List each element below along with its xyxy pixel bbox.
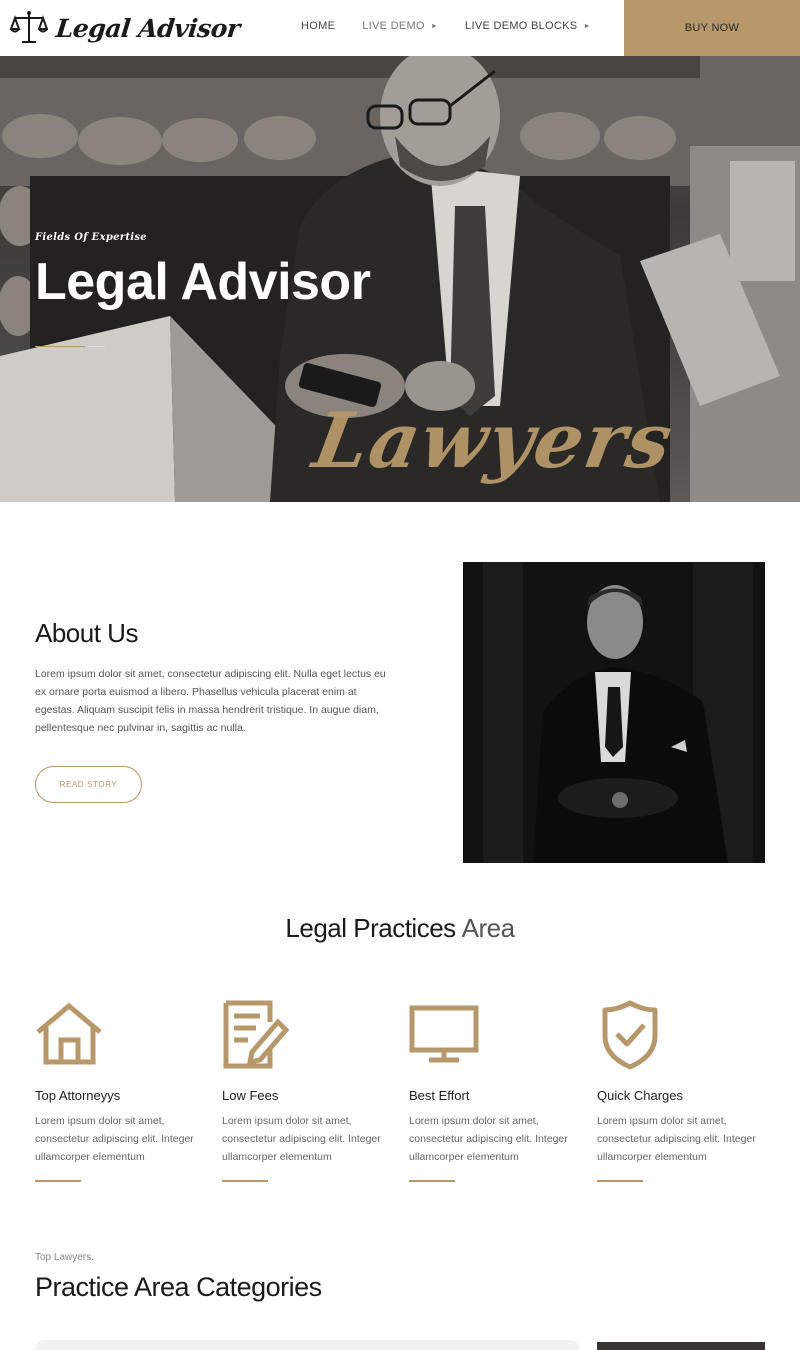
logo-text: Legal Advisor	[54, 13, 242, 43]
hero-kicker: Fields Of Expertise	[35, 232, 147, 243]
read-story-button[interactable]: READ STORY	[35, 766, 142, 803]
practice-card-text: Lorem ipsum dolor sit amet, consectetur …	[222, 1115, 381, 1163]
main-nav: HOME LIVE DEMO ► LIVE DEMO BLOCKS ►	[301, 20, 618, 32]
practices-title: Legal Practices Area	[0, 913, 800, 944]
practice-card-divider	[35, 1180, 81, 1182]
practices-title-light: Area	[461, 913, 515, 943]
category-photo	[597, 1342, 765, 1350]
hero-divider-accent	[35, 346, 85, 347]
hero-banner: Fields Of Expertise Legal Advisor Lawyer…	[0, 56, 800, 502]
categories-kicker: Top Lawyers.	[35, 1252, 94, 1263]
practice-card-text: Lorem ipsum dolor sit amet, consectetur …	[409, 1115, 568, 1163]
nav-live-demo-blocks[interactable]: LIVE DEMO BLOCKS ►	[465, 20, 591, 32]
practice-card-text: Lorem ipsum dolor sit amet, consectetur …	[597, 1115, 756, 1163]
hero-script-word: Lawyers	[307, 396, 681, 485]
category-tabs-bar	[35, 1340, 580, 1350]
document-pen-icon	[223, 1000, 290, 1069]
practice-card: Top Attorneyys Lorem ipsum dolor sit ame…	[35, 1000, 205, 1182]
practice-card: Low Fees Lorem ipsum dolor sit amet, con…	[222, 1000, 392, 1182]
nav-home-label: HOME	[301, 20, 336, 32]
caret-right-icon: ►	[430, 22, 439, 30]
practice-card: Best Effort Lorem ipsum dolor sit amet, …	[409, 1000, 579, 1182]
practice-card-title: Low Fees	[222, 1088, 279, 1103]
buy-now-button[interactable]: BUY NOW	[624, 0, 800, 56]
practice-card-title: Best Effort	[409, 1088, 470, 1103]
about-text: Lorem ipsum dolor sit amet, consectetur …	[35, 668, 386, 734]
about-title: About Us	[35, 618, 138, 648]
practices-title-strong: Legal Practices	[285, 913, 456, 943]
lawyer-portrait	[463, 562, 765, 863]
practice-card-text: Lorem ipsum dolor sit amet, consectetur …	[35, 1115, 194, 1163]
nav-live-demo[interactable]: LIVE DEMO ►	[362, 20, 438, 32]
practice-card-divider	[597, 1180, 643, 1182]
categories-title: Practice Area Categories	[35, 1272, 322, 1302]
scales-icon	[10, 11, 48, 43]
practice-card-divider	[222, 1180, 268, 1182]
shield-check-icon	[602, 1000, 658, 1070]
lawyer-portrait-image	[463, 562, 765, 863]
nav-live-demo-label: LIVE DEMO	[362, 20, 425, 32]
practice-card-title: Quick Charges	[597, 1088, 683, 1103]
logo[interactable]: Legal Advisor	[10, 8, 242, 48]
practice-card-title: Top Attorneyys	[35, 1088, 121, 1103]
nav-home[interactable]: HOME	[301, 20, 335, 32]
site-header: Legal Advisor HOME LIVE DEMO ► LIVE DEMO …	[0, 0, 800, 56]
practice-card-divider	[409, 1180, 455, 1182]
practice-card: Quick Charges Lorem ipsum dolor sit amet…	[597, 1000, 767, 1182]
monitor-icon	[409, 1005, 479, 1063]
hero-divider-light	[88, 346, 105, 347]
hero-title: Legal Advisor	[35, 253, 371, 311]
nav-live-demo-blocks-label: LIVE DEMO BLOCKS	[465, 20, 578, 32]
caret-right-icon: ►	[583, 22, 591, 30]
house-icon	[36, 1002, 102, 1065]
